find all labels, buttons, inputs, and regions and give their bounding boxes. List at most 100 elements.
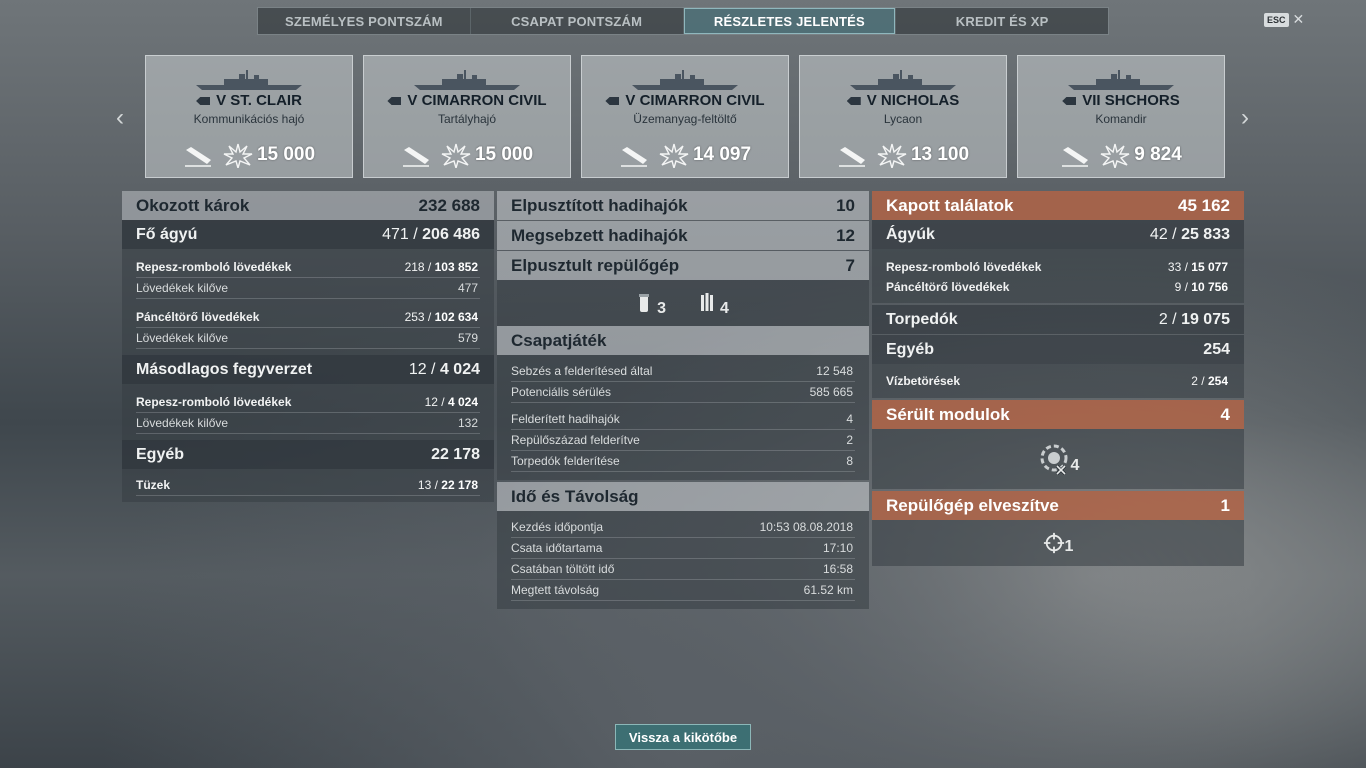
ship-card[interactable]: VII SHCHORS Komandir 9 824 bbox=[1017, 55, 1225, 178]
ship-class-icon bbox=[846, 97, 861, 106]
report-tabs: SZEMÉLYES PONTSZÁM CSAPAT PONTSZÁM RÉSZL… bbox=[257, 7, 1109, 35]
secondary-row: Másodlagos fegyverzet 12 / 4 024 bbox=[122, 355, 494, 384]
hits-received-panel: Kapott találatok 45 162 Ágyúk 42 / 25 833… bbox=[872, 191, 1244, 566]
crosshair-icon bbox=[1043, 532, 1064, 554]
main-guns-row: Fő ágyú 471 / 206 486 bbox=[122, 220, 494, 249]
tab-personal-score[interactable]: SZEMÉLYES PONTSZÁM bbox=[258, 8, 471, 34]
ship-card[interactable]: V CIMARRON CIVIL Tartályhajó 15 000 bbox=[363, 55, 571, 178]
ship-card[interactable]: V CIMARRON CIVIL Üzemanyag-feltöltő 14 097 bbox=[581, 55, 789, 178]
teamplay-row: Repülőszázad felderítve 2 bbox=[511, 430, 855, 451]
teamplay-panel: Sebzés a felderítésed által 12 548 Potenc… bbox=[497, 355, 869, 480]
ap-shells-row: Páncéltörő lövedékek 253 / 102 634 bbox=[136, 307, 480, 328]
tab-team-score[interactable]: CSAPAT PONTSZÁM bbox=[471, 8, 684, 34]
planes-lost-count: 1 bbox=[1064, 538, 1074, 555]
ship-stats: 15 000 bbox=[146, 142, 352, 168]
ship-card[interactable]: V ST. CLAIR Kommunikációs hajó 15 000 bbox=[145, 55, 353, 178]
explosion-icon bbox=[877, 143, 907, 168]
he-shells-row: Repesz-romboló lövedékek 218 / 103 852 bbox=[136, 257, 480, 278]
fires-row: Tüzek 13 / 22 178 bbox=[136, 475, 480, 496]
explosion-icon bbox=[441, 143, 471, 168]
ship-class-icon bbox=[605, 97, 620, 106]
received-shells-panel: Repesz-romboló lövedékek 33 / 15 077 Pán… bbox=[872, 249, 1244, 303]
time-distance-header: Idő és Távolság bbox=[497, 482, 869, 511]
ship-score: 14 097 bbox=[692, 144, 752, 165]
explosion-icon bbox=[223, 143, 253, 168]
time-row: Kezdés időpontja 10:53 08.08.2018 bbox=[511, 517, 855, 538]
explosion-icon bbox=[659, 143, 689, 168]
tab-detailed-report[interactable]: RÉSZLETES JELENTÉS bbox=[683, 8, 897, 34]
flooding-row: Vízbetörések 2 / 254 bbox=[886, 374, 1228, 388]
ship-card[interactable]: V NICHOLAS Lycaon 13 100 bbox=[799, 55, 1007, 178]
ship-type: Tartályhajó bbox=[437, 112, 497, 126]
teamplay-row: Potenciális sérülés 585 665 bbox=[511, 382, 855, 403]
received-ap-row: Páncéltörő lövedékek 9 / 10 756 bbox=[886, 280, 1228, 294]
received-guns-row: Ágyúk 42 / 25 833 bbox=[872, 220, 1244, 249]
plane-icon bbox=[639, 294, 650, 312]
received-he-row: Repesz-romboló lövedékek 33 / 15 077 bbox=[886, 260, 1228, 274]
ship-type: Lycaon bbox=[883, 112, 923, 126]
time-row: Csata időtartama 17:10 bbox=[511, 538, 855, 559]
damaged-modules-header: Sérült modulok 4 bbox=[872, 400, 1244, 429]
teamplay-row: Torpedók felderítése 8 bbox=[511, 451, 855, 472]
ship-stats: 15 000 bbox=[364, 142, 570, 168]
teamplay-row: Sebzés a felderítésed által 12 548 bbox=[511, 361, 855, 382]
fighter-plane-stat: 3 bbox=[637, 291, 666, 317]
ship-silhouette-icon bbox=[196, 70, 302, 90]
damage-dealt-total: 232 688 bbox=[418, 195, 480, 215]
damage-dealt-header: Okozott károk 232 688 bbox=[122, 191, 494, 220]
ship-score: 13 100 bbox=[910, 144, 970, 165]
explosion-icon bbox=[1100, 143, 1130, 168]
close-icon: ✕ bbox=[1292, 11, 1305, 27]
other-damage-row: Egyéb 22 178 bbox=[122, 440, 494, 469]
sinking-ship-icon bbox=[838, 147, 865, 167]
return-to-port-button[interactable]: Vissza a kikötőbe bbox=[615, 724, 751, 750]
ship-name: V CIMARRON CIVIL bbox=[364, 92, 570, 109]
planes-breakdown: 3 4 bbox=[497, 280, 869, 326]
damage-dealt-panel: Okozott károk 232 688 Fő ágyú 471 / 206 … bbox=[122, 191, 494, 502]
ship-stats: 9 824 bbox=[1018, 142, 1224, 168]
ship-type: Komandir bbox=[1095, 112, 1147, 126]
ship-class-icon bbox=[1062, 97, 1077, 106]
ship-silhouette-icon bbox=[414, 70, 520, 90]
module-damage-icon bbox=[1040, 444, 1068, 476]
teamplay-header: Csapatjáték bbox=[497, 326, 869, 355]
ship-class-icon bbox=[387, 97, 402, 106]
ap-fired-row: Lövedékek kilőve 579 bbox=[136, 328, 480, 349]
main-guns-value: 471 / 206 486 bbox=[382, 225, 480, 243]
secondary-he-row: Repesz-romboló lövedékek 12 / 4 024 bbox=[136, 392, 480, 413]
destroyed-ships-header: Elpusztított hadihajók 10 bbox=[497, 191, 869, 220]
chevron-right-icon[interactable]: › bbox=[1241, 104, 1249, 132]
planes-lost-panel: 1 bbox=[872, 520, 1244, 566]
ship-stats: 13 100 bbox=[800, 142, 1006, 168]
ship-stats: 14 097 bbox=[582, 142, 788, 168]
ship-name: V ST. CLAIR bbox=[146, 92, 352, 109]
received-torpedoes-row: Torpedók 2 / 19 075 bbox=[872, 305, 1244, 334]
flooding-panel: Vízbetörések 2 / 254 bbox=[872, 364, 1244, 398]
sinking-ship-icon bbox=[402, 147, 429, 167]
ship-name: V CIMARRON CIVIL bbox=[582, 92, 788, 109]
time-distance-panel: Kezdés időpontja 10:53 08.08.2018 Csata i… bbox=[497, 511, 869, 609]
tab-credits-xp[interactable]: KREDIT ÉS XP bbox=[896, 8, 1108, 34]
damaged-modules-count: 4 bbox=[1070, 457, 1080, 474]
close-button[interactable]: ESC ✕ bbox=[1264, 11, 1304, 28]
planes-destroyed-header: Elpusztult repülőgép 7 bbox=[497, 251, 869, 280]
middle-panel: Elpusztított hadihajók 10 Megsebzett hadi… bbox=[497, 191, 869, 609]
main-guns-label: Fő ágyú bbox=[136, 225, 198, 243]
chevron-left-icon[interactable]: ‹ bbox=[116, 104, 124, 132]
hits-received-header: Kapott találatok 45 162 bbox=[872, 191, 1244, 220]
time-row: Csatában töltött idő 16:58 bbox=[511, 559, 855, 580]
sinking-ship-icon bbox=[1062, 147, 1089, 167]
sinking-ship-icon bbox=[184, 147, 211, 167]
damage-dealt-title: Okozott károk bbox=[136, 195, 250, 215]
damaged-ships-header: Megsebzett hadihajók 12 bbox=[497, 221, 869, 250]
teamplay-row: Felderített hadihajók 4 bbox=[511, 409, 855, 430]
ship-name: V NICHOLAS bbox=[800, 92, 1006, 109]
ship-name: VII SHCHORS bbox=[1018, 92, 1224, 109]
ship-type: Üzemanyag-feltöltő bbox=[633, 112, 737, 126]
destroyed-ships-carousel: V ST. CLAIR Kommunikációs hajó 15 000 V CIM… bbox=[145, 55, 1225, 178]
sinking-ship-icon bbox=[620, 147, 647, 167]
time-row: Megtett távolság 61.52 km bbox=[511, 580, 855, 601]
ship-score: 9 824 bbox=[1134, 144, 1182, 165]
he-fired-row: Lövedékek kilőve 477 bbox=[136, 278, 480, 299]
ship-silhouette-icon bbox=[850, 70, 956, 90]
